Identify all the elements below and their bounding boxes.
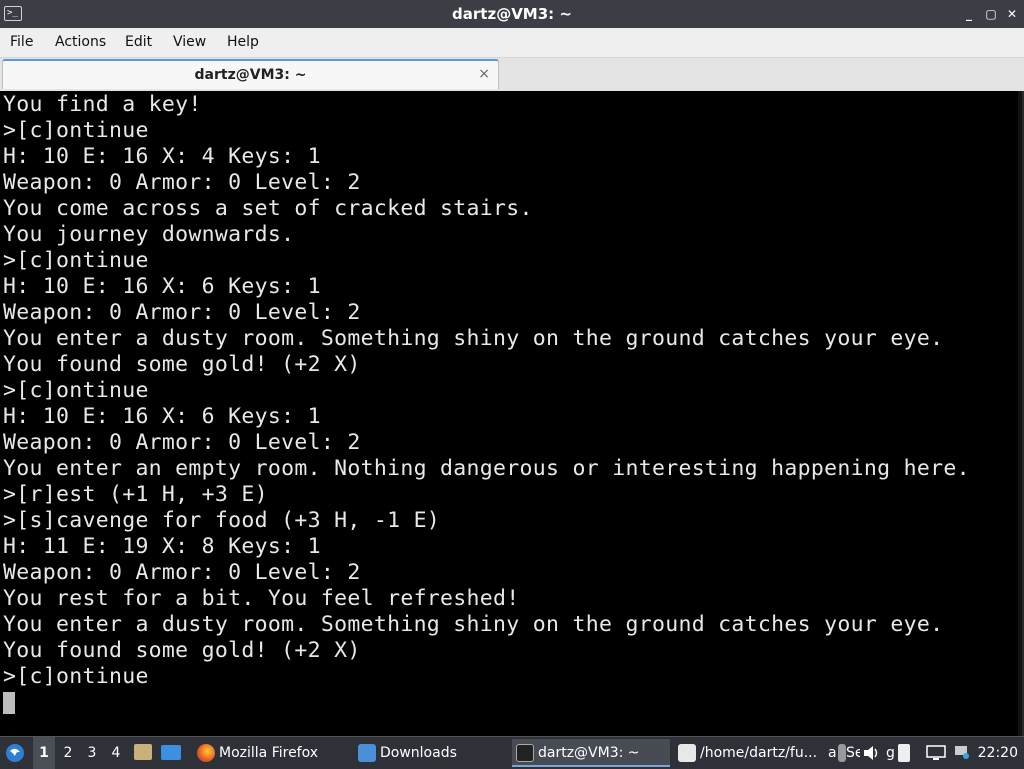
task-editor-label: /home/dartz/fu... bbox=[700, 745, 818, 761]
tab-bar: dartz@VM3: ~ × bbox=[0, 58, 1024, 91]
terminal-line: Weapon: 0 Armor: 0 Level: 2 bbox=[3, 170, 361, 195]
task-firefox-label: Mozilla Firefox bbox=[219, 745, 319, 761]
terminal-icon bbox=[516, 744, 534, 762]
terminal-line: You enter a dusty room. Something shiny … bbox=[3, 612, 944, 637]
workspace-1[interactable]: 1 bbox=[33, 737, 55, 769]
terminal-line: >[c]ontinue bbox=[3, 664, 149, 689]
terminal-line: You come across a set of cracked stairs. bbox=[3, 196, 533, 221]
firefox-icon bbox=[197, 744, 215, 762]
maximize-button[interactable]: ▢ bbox=[982, 5, 1000, 23]
task-overflow-2-label: Se bbox=[846, 745, 860, 761]
task-downloads-label: Downloads bbox=[380, 745, 457, 761]
terminal-line: Weapon: 0 Armor: 0 Level: 2 bbox=[3, 560, 361, 585]
network-icon[interactable] bbox=[952, 737, 974, 769]
terminal-line: >[r]est (+1 H, +3 E) bbox=[3, 482, 268, 507]
menu-edit[interactable]: Edit bbox=[125, 28, 152, 57]
task-firefox[interactable]: Mozilla Firefox bbox=[193, 739, 353, 767]
menu-actions[interactable]: Actions bbox=[55, 28, 106, 57]
task-overflow-1-label: a bbox=[828, 745, 837, 761]
window-titlebar[interactable]: >_ dartz@VM3: ~ _ ▢ ✕ bbox=[0, 0, 1024, 28]
app-icon bbox=[838, 744, 846, 762]
menu-help[interactable]: Help bbox=[227, 28, 259, 57]
tab-terminal[interactable]: dartz@VM3: ~ × bbox=[2, 59, 499, 89]
terminal-line: >[c]ontinue bbox=[3, 118, 149, 143]
display-icon[interactable] bbox=[926, 737, 948, 769]
terminal-line: You enter a dusty room. Something shiny … bbox=[3, 326, 944, 351]
menu-bar: File Actions Edit View Help bbox=[0, 28, 1024, 58]
menu-view[interactable]: View bbox=[173, 28, 206, 57]
text-cursor bbox=[3, 692, 15, 714]
terminal-line: H: 10 E: 16 X: 6 Keys: 1 bbox=[3, 274, 321, 299]
terminal-line: H: 10 E: 16 X: 6 Keys: 1 bbox=[3, 404, 321, 429]
window-title: dartz@VM3: ~ bbox=[452, 5, 572, 23]
app-menu-icon[interactable] bbox=[4, 737, 28, 769]
workspace-2[interactable]: 2 bbox=[57, 737, 79, 769]
volume-icon[interactable] bbox=[862, 737, 882, 769]
minimize-button[interactable]: _ bbox=[960, 5, 978, 23]
workspace-3[interactable]: 3 bbox=[81, 737, 103, 769]
task-terminal[interactable]: dartz@VM3: ~ bbox=[512, 739, 670, 767]
terminal-line: >[c]ontinue bbox=[3, 248, 149, 273]
workspace-4[interactable]: 4 bbox=[105, 737, 127, 769]
task-terminal-label: dartz@VM3: ~ bbox=[538, 745, 640, 761]
taskbar: 1 2 3 4 Mozilla Firefox Downloads dartz@… bbox=[0, 736, 1024, 769]
task-overflow-2[interactable]: Se bbox=[838, 739, 860, 767]
task-overflow-3-label: g bbox=[886, 745, 895, 761]
terminal-line: You found some gold! (+2 X) bbox=[3, 638, 361, 663]
terminal-scrollbar[interactable] bbox=[1018, 91, 1022, 736]
text-editor-icon bbox=[678, 744, 696, 762]
terminal-line: You find a key! bbox=[3, 92, 202, 117]
terminal-line: You rest for a bit. You feel refreshed! bbox=[3, 586, 520, 611]
terminal-line: You found some gold! (+2 X) bbox=[3, 352, 361, 377]
menu-file[interactable]: File bbox=[10, 28, 33, 57]
task-overflow-3[interactable]: g bbox=[884, 739, 898, 767]
close-window-button[interactable]: ✕ bbox=[1003, 5, 1021, 23]
terminal-line: >[s]cavenge for food (+3 H, -1 E) bbox=[3, 508, 441, 533]
clock[interactable]: 22:20 bbox=[978, 737, 1018, 769]
terminal-line: You journey downwards. bbox=[3, 222, 295, 247]
terminal-line: H: 11 E: 19 X: 8 Keys: 1 bbox=[3, 534, 321, 559]
tab-close-icon[interactable]: × bbox=[478, 61, 490, 87]
terminal-line: You enter an empty room. Nothing dangero… bbox=[3, 456, 970, 481]
terminal-line: H: 10 E: 16 X: 4 Keys: 1 bbox=[3, 144, 321, 169]
task-downloads[interactable]: Downloads bbox=[354, 739, 509, 767]
terminal-line: >[c]ontinue bbox=[3, 378, 149, 403]
task-editor[interactable]: /home/dartz/fu... bbox=[674, 739, 826, 767]
folder-icon bbox=[358, 744, 376, 762]
terminal-line: Weapon: 0 Armor: 0 Level: 2 bbox=[3, 430, 361, 455]
tab-label: dartz@VM3: ~ bbox=[194, 67, 307, 83]
terminal-line: Weapon: 0 Armor: 0 Level: 2 bbox=[3, 300, 361, 325]
desktop-launcher-icon[interactable] bbox=[161, 737, 185, 769]
terminal-output[interactable]: You find a key! >[c]ontinue H: 10 E: 16 … bbox=[0, 91, 1024, 736]
clipboard-icon[interactable] bbox=[898, 737, 914, 769]
file-manager-launcher-icon[interactable] bbox=[134, 737, 156, 769]
